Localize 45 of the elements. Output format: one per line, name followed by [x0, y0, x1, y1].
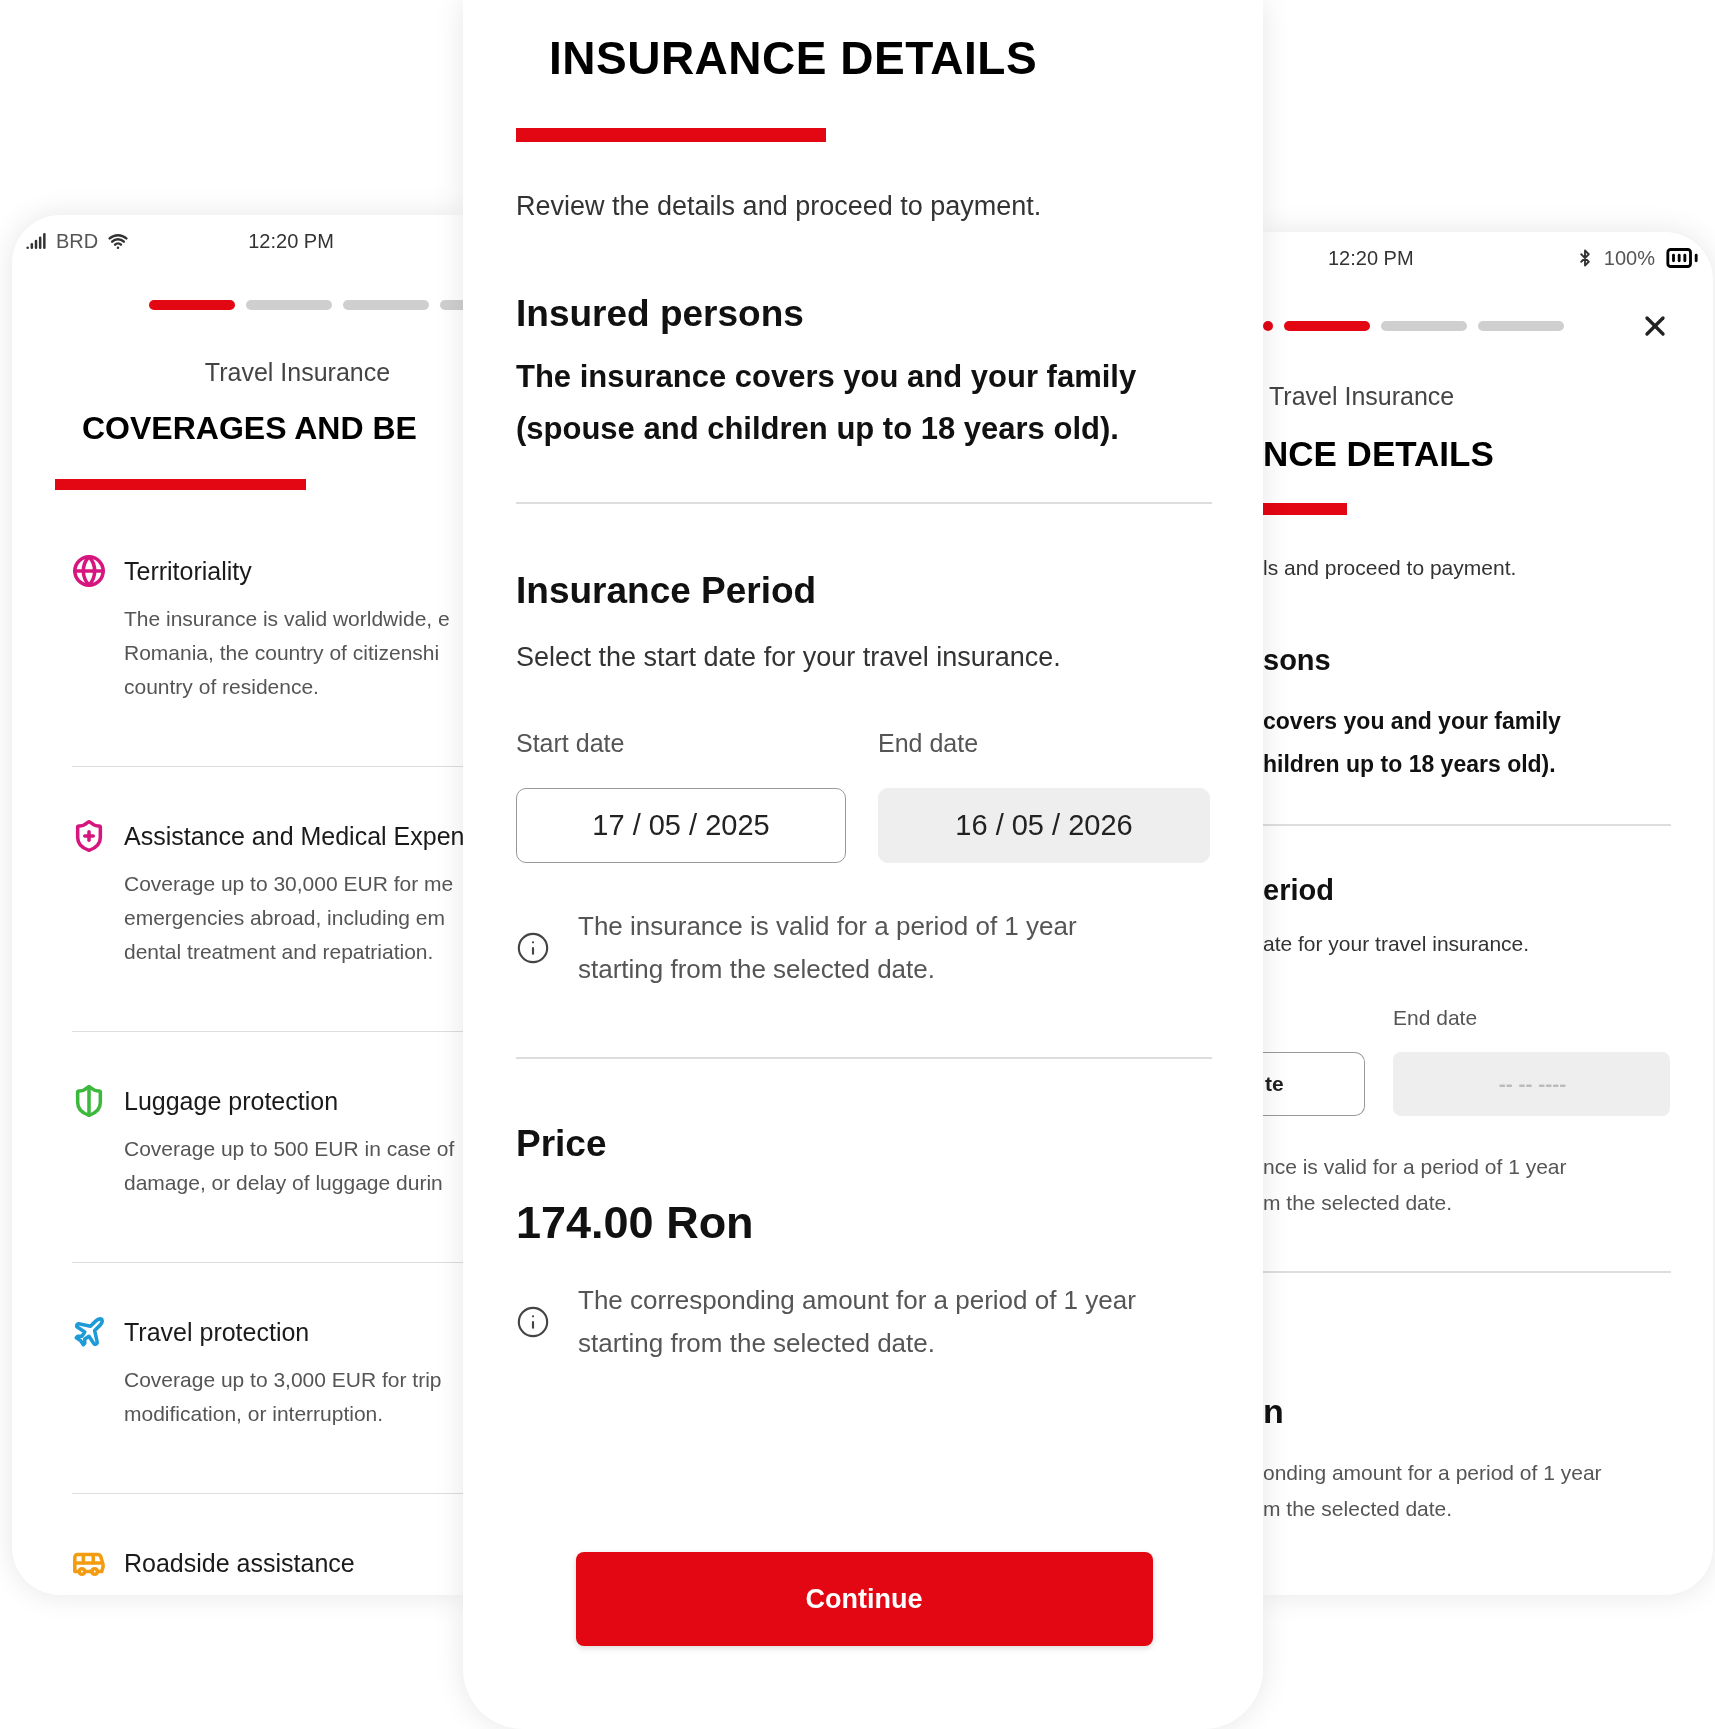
- coverage-description: Coverage up to 30,000 EUR for me emergencies abroad, including em dental treatment and repatriation.: [124, 871, 455, 966]
- section-description: ate for your travel insurance.: [1263, 931, 1531, 957]
- screen-subtitle: Travel Insurance: [204, 358, 391, 387]
- date-field[interactable]: 17 / 05 / 2025: [516, 788, 846, 863]
- section-heading: n: [1263, 1391, 1285, 1432]
- coverage-description: Coverage up to 3,000 EUR for trip modification, or interruption.: [124, 1367, 443, 1428]
- price-amount: 174.00 Ron: [516, 1196, 755, 1250]
- coverage-title: Luggage protection: [124, 1086, 340, 1118]
- screen-subtitle: Travel Insurance: [1268, 382, 1456, 411]
- info-icon: [516, 1305, 550, 1339]
- coverage-title: Assistance and Medical Expen: [124, 821, 463, 853]
- coverage-description: The insurance is valid worldwide, e Romania, the country of citizenshi country of residence.: [124, 606, 451, 701]
- section-heading: Price: [516, 1122, 608, 1166]
- continue-button[interactable]: Continue: [575, 1552, 1153, 1646]
- screen-title: COVERAGES AND BE: [82, 409, 418, 448]
- section-description: Select the start date for your travel insurance.: [516, 641, 1062, 673]
- wifi-icon: [108, 231, 129, 251]
- section-heading: sons: [1263, 643, 1332, 678]
- section-heading: Insured persons: [516, 292, 805, 336]
- info-note: The corresponding amount for a period of 1 year starting from the selected date.: [578, 1284, 1137, 1360]
- info-note: The insurance is valid for a period of 1 year starting from the selected date.: [578, 910, 1078, 986]
- date-field[interactable]: te: [1263, 1052, 1365, 1116]
- status-time: 12:20 PM: [1328, 246, 1414, 270]
- intro-text: ls and proceed to payment.: [1263, 555, 1518, 581]
- section-heading: Insurance Period: [516, 569, 818, 613]
- signal-icon: [26, 231, 46, 251]
- status-time: 12:20 PM: [248, 229, 334, 253]
- insured-persons-text: covers you and your family hildren up to 18 years old).: [1263, 707, 1562, 779]
- field-label: End date: [1393, 1005, 1479, 1031]
- screen-title: INSURANCE DETAILS: [548, 31, 1039, 86]
- info-note: onding amount for a period of 1 year m the selected date.: [1263, 1460, 1603, 1522]
- insured-persons-text: The insurance covers you and your family (spouse and children up to 18 years old).: [516, 358, 1138, 448]
- coverage-description: Coverage up to 500 EUR in case of damage, or delay of luggage durin: [124, 1136, 456, 1197]
- intro-text: Review the details and proceed to payment.: [516, 190, 1043, 222]
- coverage-title: Travel protection: [124, 1317, 311, 1349]
- info-note: nce is valid for a period of 1 year m the selected date.: [1263, 1154, 1568, 1216]
- info-icon: [516, 931, 550, 965]
- field-label: End date: [878, 728, 980, 759]
- carrier-label: BRD: [56, 229, 99, 253]
- coverage-title: Roadside assistance: [124, 1548, 356, 1580]
- coverage-title: Territoriality: [124, 556, 253, 588]
- section-heading: eriod: [1263, 873, 1335, 908]
- battery-percent: 100%: [1603, 246, 1655, 270]
- field-label: Start date: [516, 728, 626, 759]
- screen-title: NCE DETAILS: [1263, 433, 1495, 475]
